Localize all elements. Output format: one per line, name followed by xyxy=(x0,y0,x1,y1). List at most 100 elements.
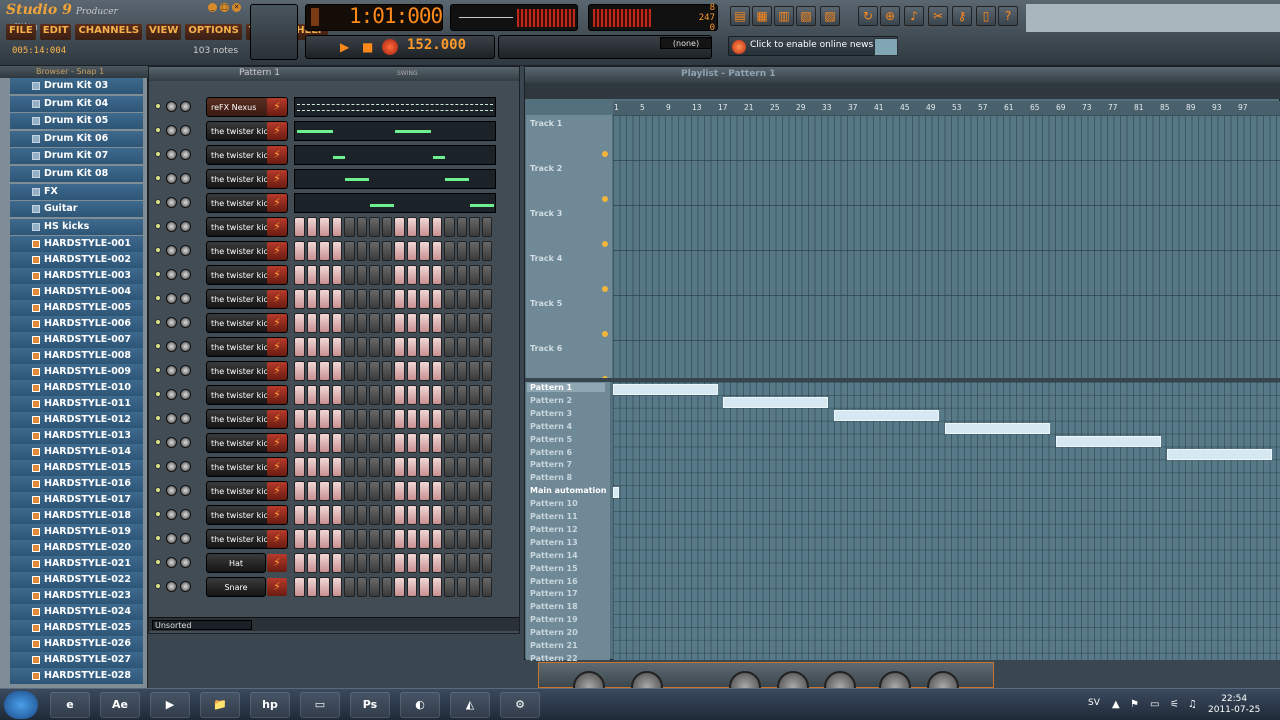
track-label[interactable]: Track 4 xyxy=(530,254,562,263)
step-button[interactable] xyxy=(419,361,430,381)
browser-file[interactable]: HARDSTYLE-012 xyxy=(10,412,143,429)
hp-icon[interactable]: hp xyxy=(250,692,290,718)
step-button[interactable] xyxy=(344,433,355,453)
pan-knob[interactable] xyxy=(166,365,177,376)
step-button[interactable] xyxy=(294,505,305,525)
step-button[interactable] xyxy=(331,361,342,381)
step-button[interactable] xyxy=(444,289,455,309)
step-button[interactable] xyxy=(444,217,455,237)
step-button[interactable] xyxy=(381,313,392,333)
volume-knob[interactable] xyxy=(180,413,191,424)
channel-led[interactable] xyxy=(155,511,161,517)
step-button[interactable] xyxy=(344,553,355,573)
step-button[interactable] xyxy=(444,265,455,285)
step-button[interactable] xyxy=(406,433,417,453)
step-button[interactable] xyxy=(356,265,367,285)
step-button[interactable] xyxy=(444,337,455,357)
volume-knob[interactable] xyxy=(180,509,191,520)
channel-select-icon[interactable]: ⚡ xyxy=(267,338,287,356)
step-button[interactable] xyxy=(456,505,467,525)
pattern-label[interactable]: Pattern 6 xyxy=(530,448,572,457)
step-button[interactable] xyxy=(431,409,442,429)
play-icon[interactable]: ▶ xyxy=(340,40,349,54)
step-button[interactable] xyxy=(406,481,417,501)
step-button[interactable] xyxy=(306,289,317,309)
step-button[interactable] xyxy=(456,433,467,453)
step-button[interactable] xyxy=(431,217,442,237)
pattern-label[interactable]: Pattern 13 xyxy=(530,538,578,547)
pan-knob[interactable] xyxy=(166,149,177,160)
browser-folder[interactable]: Drum Kit 08 xyxy=(10,166,143,182)
step-button[interactable] xyxy=(419,217,430,237)
track-mute-icon[interactable] xyxy=(602,241,608,247)
step-button[interactable] xyxy=(369,505,380,525)
volume-knob[interactable] xyxy=(180,293,191,304)
volume-knob[interactable] xyxy=(180,173,191,184)
browser-file[interactable]: HARDSTYLE-022 xyxy=(10,572,143,589)
step-button[interactable] xyxy=(481,409,492,429)
step-button[interactable] xyxy=(469,409,480,429)
step-button[interactable] xyxy=(444,577,455,597)
step-button[interactable] xyxy=(406,217,417,237)
channel-led[interactable] xyxy=(155,415,161,421)
tray-network-icon[interactable]: ⚟ xyxy=(1170,699,1179,710)
step-button[interactable] xyxy=(319,481,330,501)
step-button[interactable] xyxy=(469,337,480,357)
track-mute-icon[interactable] xyxy=(602,331,608,337)
step-button[interactable] xyxy=(344,361,355,381)
volume-knob[interactable] xyxy=(180,365,191,376)
browser-file[interactable]: HARDSTYLE-006 xyxy=(10,316,143,333)
channel-button[interactable]: Hat xyxy=(206,553,266,573)
track-grid[interactable] xyxy=(613,115,1280,381)
step-button[interactable] xyxy=(356,505,367,525)
step-button[interactable] xyxy=(419,385,430,405)
browser-folder[interactable]: HS kicks xyxy=(10,218,143,235)
step-button[interactable] xyxy=(331,217,342,237)
step-button[interactable] xyxy=(369,265,380,285)
step-button[interactable] xyxy=(356,313,367,333)
step-button[interactable] xyxy=(456,385,467,405)
step-button[interactable] xyxy=(319,265,330,285)
media-player-icon[interactable]: ▶ xyxy=(150,692,190,718)
key-icon[interactable]: ⚷ xyxy=(952,6,972,26)
song-mode-icon[interactable]: ▦ xyxy=(752,6,772,26)
step-button[interactable] xyxy=(294,313,305,333)
step-button[interactable] xyxy=(431,385,442,405)
step-button[interactable] xyxy=(481,529,492,549)
pattern-label[interactable]: Pattern 8 xyxy=(530,473,572,482)
channel-select-icon[interactable]: ⚡ xyxy=(267,98,287,116)
step-button[interactable] xyxy=(306,481,317,501)
ie-icon[interactable]: e xyxy=(50,692,90,718)
step-button[interactable] xyxy=(319,577,330,597)
pattern-label[interactable]: Pattern 19 xyxy=(530,615,578,624)
step-button[interactable] xyxy=(331,505,342,525)
step-button[interactable] xyxy=(394,529,405,549)
step-button[interactable] xyxy=(344,577,355,597)
step-button[interactable] xyxy=(319,385,330,405)
step-button[interactable] xyxy=(306,337,317,357)
channel-select-icon[interactable]: ⚡ xyxy=(267,290,287,308)
minimize-icon[interactable]: _ xyxy=(208,3,217,12)
step-button[interactable] xyxy=(469,265,480,285)
step-button[interactable] xyxy=(369,337,380,357)
after-effects-icon[interactable]: Ae xyxy=(100,692,140,718)
online-news-button[interactable]: Click to enable online news xyxy=(728,36,898,56)
browser-file[interactable]: HARDSTYLE-026 xyxy=(10,636,143,653)
step-button[interactable] xyxy=(481,505,492,525)
step-button[interactable] xyxy=(331,289,342,309)
step-button[interactable] xyxy=(456,529,467,549)
pattern-label[interactable]: Pattern 16 xyxy=(530,577,578,586)
step-button[interactable] xyxy=(394,265,405,285)
step-button[interactable] xyxy=(444,433,455,453)
pan-knob[interactable] xyxy=(166,341,177,352)
pan-knob[interactable] xyxy=(166,125,177,136)
sticky-notes-icon[interactable]: ▭ xyxy=(300,692,340,718)
step-button[interactable] xyxy=(294,529,305,549)
browser-file[interactable]: HARDSTYLE-001 xyxy=(10,236,143,253)
step-button[interactable] xyxy=(294,361,305,381)
step-button[interactable] xyxy=(294,433,305,453)
pan-knob[interactable] xyxy=(166,269,177,280)
step-button[interactable] xyxy=(394,433,405,453)
step-button[interactable] xyxy=(481,265,492,285)
browser-file[interactable]: HARDSTYLE-019 xyxy=(10,524,143,541)
